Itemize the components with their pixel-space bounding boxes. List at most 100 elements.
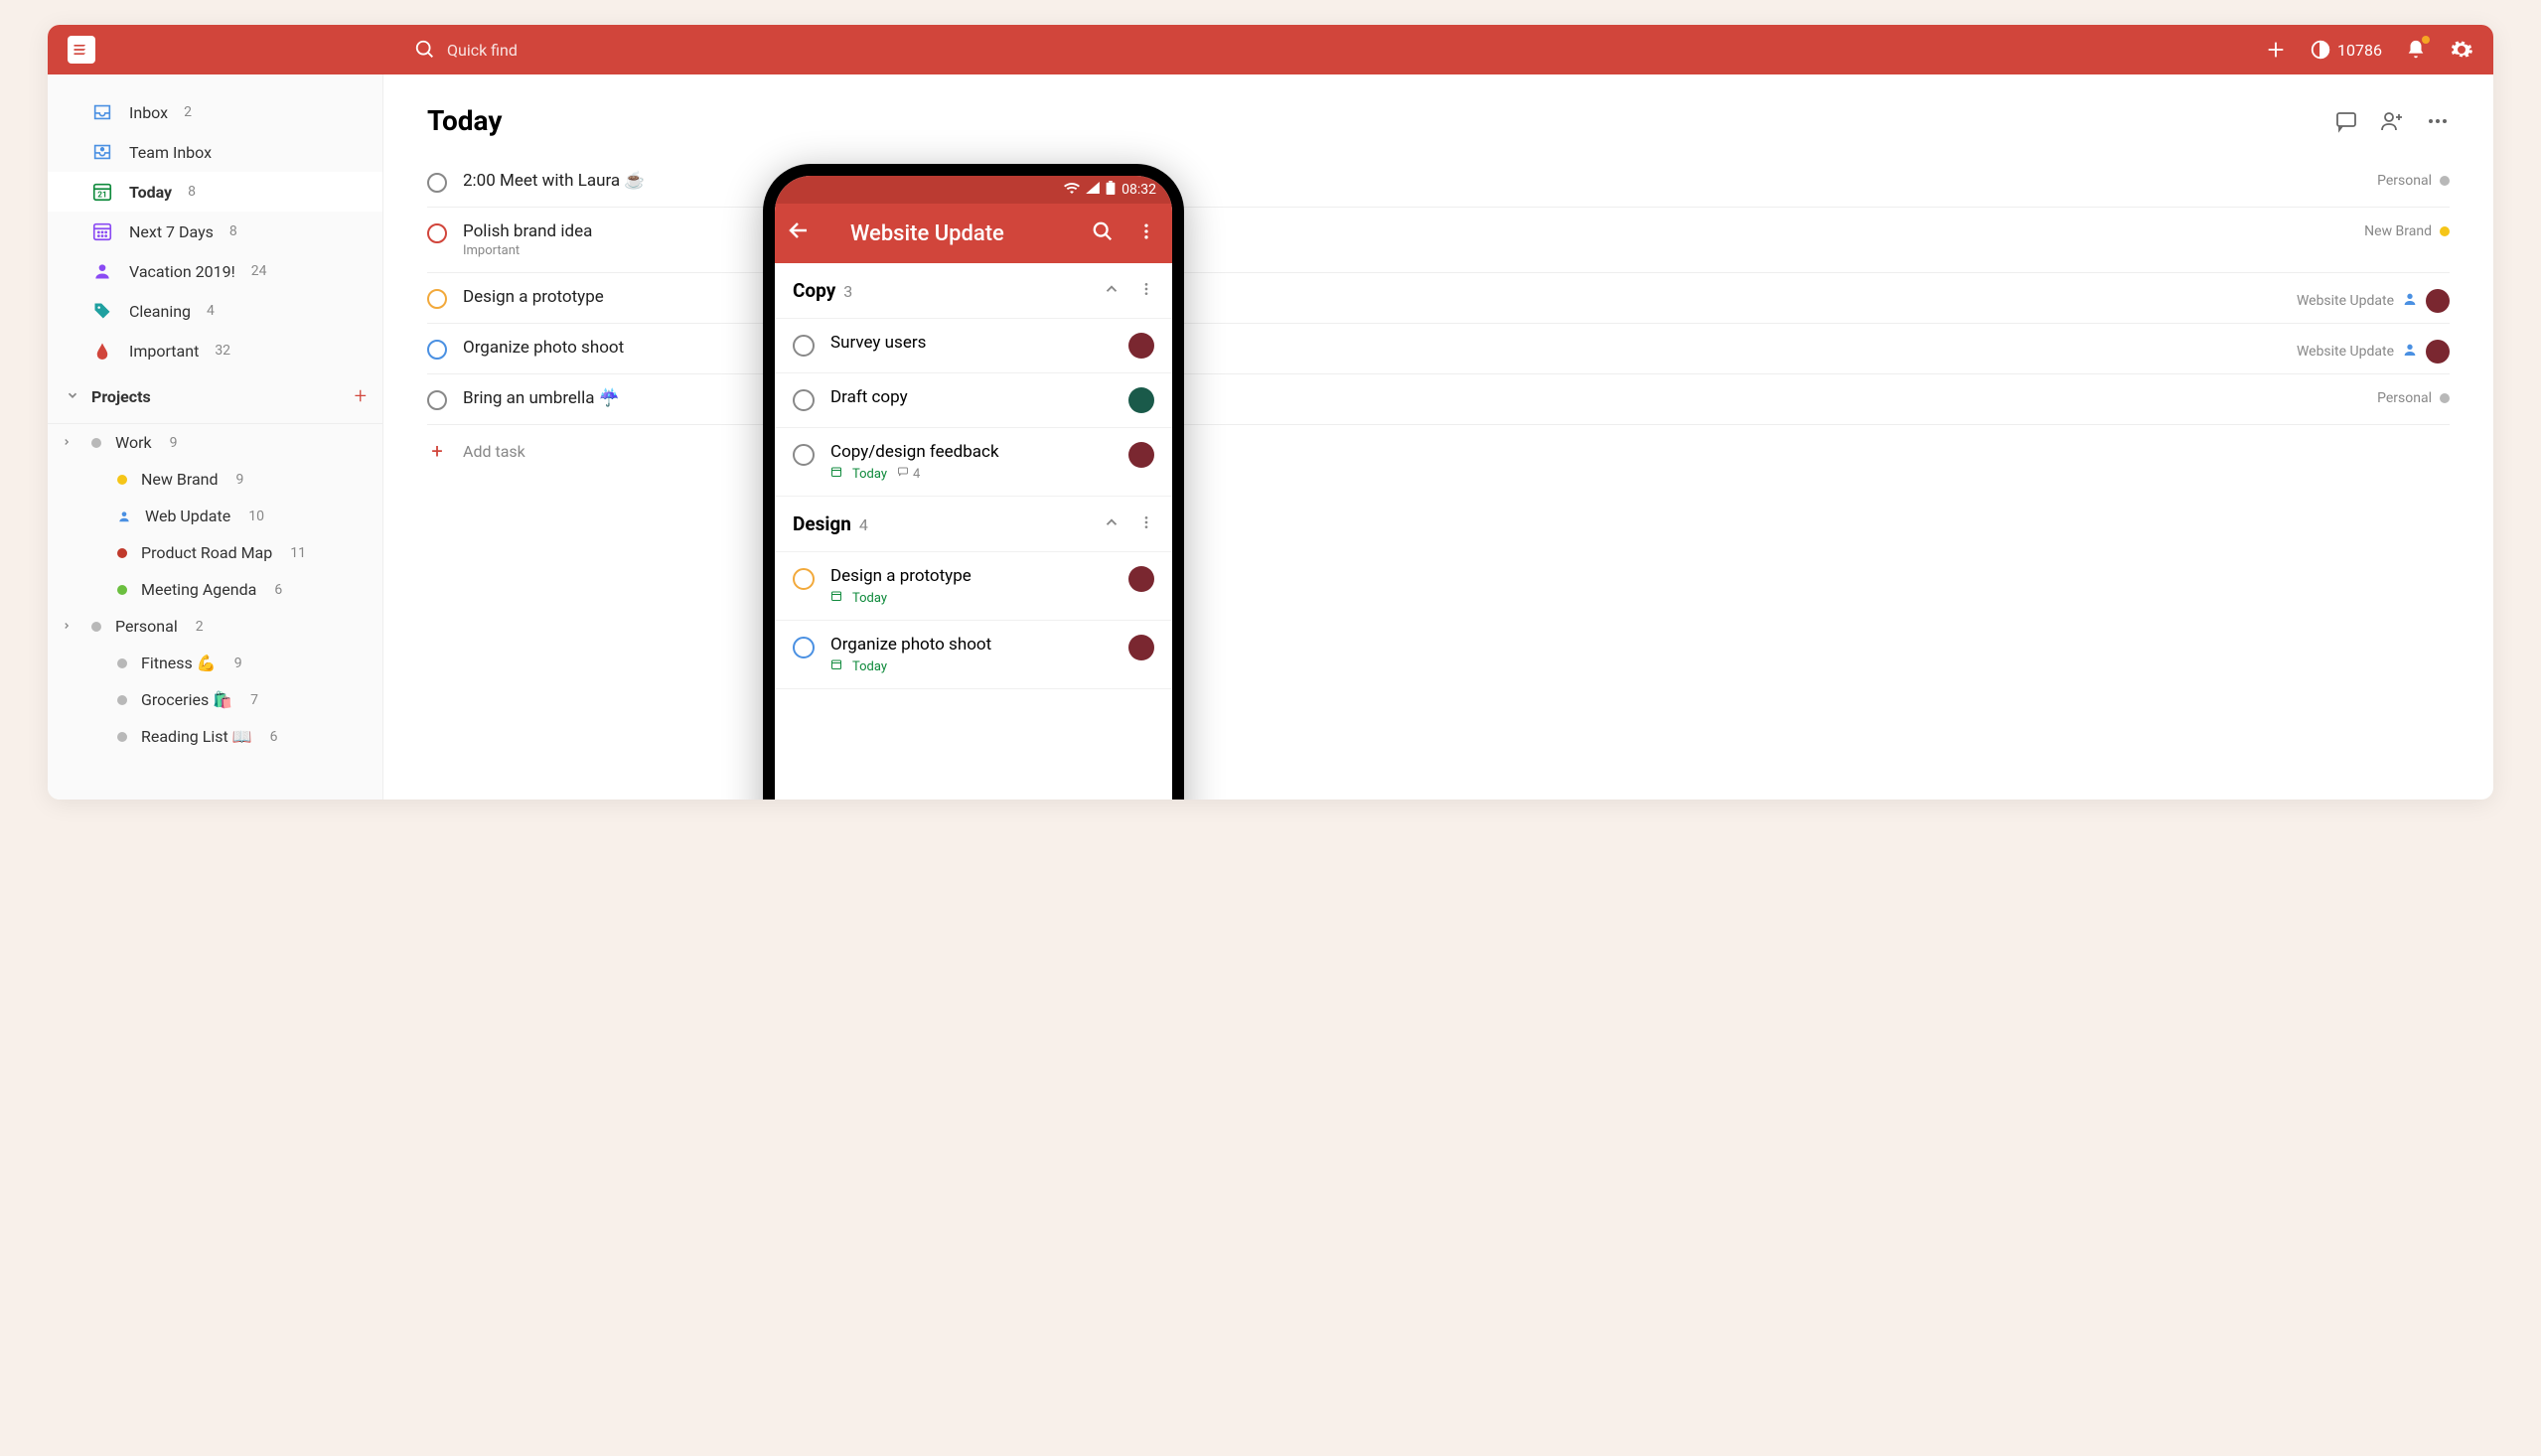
- project-dot-icon: [91, 438, 101, 448]
- task-row[interactable]: Design a prototype Website Update: [427, 273, 2450, 324]
- task-row[interactable]: Bring an umbrella ☔ Personal: [427, 374, 2450, 425]
- task-meta: Personal: [2377, 173, 2450, 189]
- calendar-icon: [830, 590, 842, 606]
- task-list: 2:00 Meet with Laura ☕ Personal Polish b…: [427, 157, 2450, 425]
- sidebar-filter-label: Today: [129, 183, 172, 202]
- section-name: Design: [793, 512, 851, 535]
- project-item-personal[interactable]: Personal 2: [48, 608, 382, 645]
- task-checkbox[interactable]: [427, 173, 447, 193]
- sidebar-filter-count: 8: [229, 223, 237, 239]
- task-checkbox[interactable]: [427, 289, 447, 309]
- sidebar-filter-today[interactable]: 21 Today 8: [48, 172, 382, 212]
- phone-task-date: Today: [852, 467, 887, 482]
- task-body: Polish brand idea Important: [463, 221, 2450, 258]
- sidebar-filter-count: 4: [207, 303, 215, 319]
- project-count: 2: [196, 619, 204, 635]
- chevron-right-icon[interactable]: [62, 436, 72, 450]
- project-item-meeting-agenda[interactable]: Meeting Agenda 6: [48, 571, 382, 608]
- add-icon[interactable]: [2264, 38, 2288, 62]
- phone-search-icon[interactable]: [1089, 220, 1117, 247]
- task-checkbox[interactable]: [793, 444, 815, 466]
- project-item-fitness-[interactable]: Fitness 💪 9: [48, 645, 382, 681]
- task-checkbox[interactable]: [793, 637, 815, 658]
- sidebar-filter-team-inbox[interactable]: Team Inbox: [48, 132, 382, 172]
- phone-task-row[interactable]: Copy/design feedback Today 4: [775, 428, 1172, 497]
- calendar-icon: [830, 658, 842, 674]
- task-checkbox[interactable]: [793, 389, 815, 411]
- phone-task-row[interactable]: Organize photo shoot Today: [775, 621, 1172, 689]
- comments-icon[interactable]: [2334, 109, 2358, 133]
- search-icon[interactable]: [413, 38, 437, 62]
- phone-section-header[interactable]: Design 4: [775, 497, 1172, 552]
- project-label: Web Update: [145, 507, 230, 525]
- sidebar-filter-cleaning[interactable]: Cleaning 4: [48, 291, 382, 331]
- task-checkbox[interactable]: [793, 568, 815, 590]
- more-vertical-icon[interactable]: [1138, 513, 1154, 535]
- add-project-icon[interactable]: +: [355, 384, 367, 409]
- phone-time: 08:32: [1121, 182, 1156, 198]
- project-item-work[interactable]: Work 9: [48, 424, 382, 461]
- phone-section-header[interactable]: Copy 3: [775, 263, 1172, 319]
- project-count: 9: [170, 435, 178, 451]
- task-row[interactable]: 2:00 Meet with Laura ☕ Personal: [427, 157, 2450, 208]
- task-meta: Personal: [2377, 390, 2450, 406]
- sidebar-filter-vacation-2019-[interactable]: Vacation 2019! 24: [48, 251, 382, 291]
- sidebar-filter-count: 24: [251, 263, 267, 279]
- karma-counter[interactable]: 10786: [2310, 39, 2382, 61]
- task-row[interactable]: Polish brand idea Important New Brand: [427, 208, 2450, 273]
- more-vertical-icon[interactable]: [1138, 280, 1154, 302]
- calendar-icon: [830, 466, 842, 482]
- sidebar-filter-label: Team Inbox: [129, 143, 212, 162]
- project-dot-icon: [2440, 393, 2450, 403]
- project-item-new-brand[interactable]: New Brand 9: [48, 461, 382, 498]
- project-label: Product Road Map: [141, 543, 272, 562]
- chevron-up-icon[interactable]: [1103, 513, 1121, 535]
- avatar: [1128, 635, 1154, 660]
- search-input[interactable]: [447, 41, 745, 60]
- chevron-right-icon[interactable]: [62, 620, 72, 634]
- phone-task-row[interactable]: Design a prototype Today: [775, 552, 1172, 621]
- more-icon[interactable]: [2426, 109, 2450, 133]
- project-item-web-update[interactable]: Web Update 10: [48, 498, 382, 534]
- app-logo-icon[interactable]: [68, 36, 95, 64]
- sidebar-filter-label: Next 7 Days: [129, 222, 214, 241]
- karma-value: 10786: [2337, 41, 2382, 60]
- signal-icon: [1086, 182, 1100, 198]
- settings-icon[interactable]: [2450, 38, 2473, 62]
- task-title: Polish brand idea: [463, 221, 2450, 241]
- sidebar-filter-inbox[interactable]: Inbox 2: [48, 92, 382, 132]
- notifications-icon[interactable]: [2404, 38, 2428, 62]
- project-item-groceries-[interactable]: Groceries 🛍️ 7: [48, 681, 382, 718]
- phone-task-meta: Today 4: [830, 466, 1113, 482]
- task-checkbox[interactable]: [427, 223, 447, 243]
- phone-task-row[interactable]: Draft copy: [775, 373, 1172, 428]
- task-checkbox[interactable]: [427, 390, 447, 410]
- section-count: 3: [843, 282, 852, 301]
- avatar: [1128, 442, 1154, 468]
- sidebar-filter-next-7-days[interactable]: Next 7 Days 8: [48, 212, 382, 251]
- task-checkbox[interactable]: [793, 335, 815, 357]
- sidebar-filter-count: 8: [188, 184, 196, 200]
- project-dot-icon: [117, 695, 127, 705]
- task-row[interactable]: Organize photo shoot Website Update: [427, 324, 2450, 374]
- phone-statusbar: 08:32: [775, 176, 1172, 204]
- sidebar-filter-important[interactable]: Important 32: [48, 331, 382, 370]
- task-subtitle: Important: [463, 243, 2450, 258]
- project-dot-icon: [117, 475, 127, 485]
- add-task-button[interactable]: + Add task: [427, 425, 2450, 477]
- phone-more-icon[interactable]: [1132, 221, 1160, 246]
- back-icon[interactable]: [787, 218, 811, 248]
- task-title: 2:00 Meet with Laura ☕: [463, 171, 2450, 191]
- share-icon[interactable]: [2380, 109, 2404, 133]
- task-project-label: Personal: [2377, 390, 2432, 406]
- sidebar-filter-label: Inbox: [129, 103, 168, 122]
- task-checkbox[interactable]: [427, 340, 447, 360]
- phone-task-date: Today: [852, 591, 887, 606]
- chevron-up-icon[interactable]: [1103, 280, 1121, 302]
- phone-task-row[interactable]: Survey users: [775, 319, 1172, 373]
- projects-header[interactable]: Projects +: [48, 370, 382, 424]
- project-item-product-road-map[interactable]: Product Road Map 11: [48, 534, 382, 571]
- project-item-reading-list-[interactable]: Reading List 📖 6: [48, 718, 382, 755]
- phone-task-title: Design a prototype: [830, 566, 1113, 586]
- section-name: Copy: [793, 279, 835, 302]
